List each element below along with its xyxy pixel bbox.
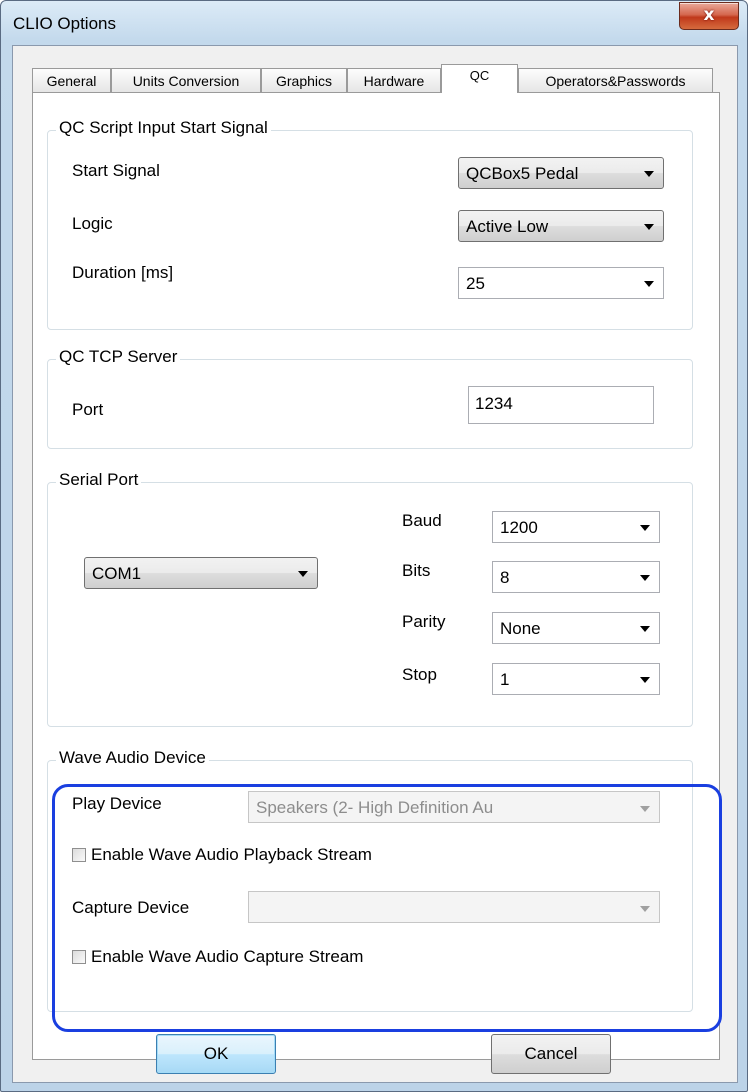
tab-general[interactable]: General: [32, 68, 111, 92]
qc-tcp-server-group: QC TCP Server Port: [47, 347, 693, 449]
duration-dropdown[interactable]: 25: [458, 267, 664, 299]
enable-capture-stream-label: Enable Wave Audio Capture Stream: [91, 947, 364, 966]
serial-port-legend: Serial Port: [56, 470, 142, 490]
baud-value: 1200: [500, 518, 538, 537]
port-label: Port: [72, 400, 104, 419]
logic-dropdown[interactable]: Active Low: [458, 210, 664, 242]
checkbox-box[interactable]: [72, 848, 86, 862]
capture-device-dropdown[interactable]: [248, 891, 660, 923]
play-device-label: Play Device: [72, 794, 162, 813]
title-bar[interactable]: CLIO Options x: [1, 1, 747, 45]
chevron-down-icon: [640, 806, 650, 812]
bits-dropdown[interactable]: 8: [492, 561, 660, 593]
tab-qc[interactable]: QC: [441, 64, 518, 93]
capture-device-label: Capture Device: [72, 898, 190, 917]
bits-label: Bits: [402, 561, 431, 580]
stop-value: 1: [500, 670, 510, 689]
logic-label: Logic: [72, 214, 113, 233]
bits-value: 8: [500, 568, 510, 587]
close-icon: x: [703, 5, 715, 25]
enable-playback-stream-label: Enable Wave Audio Playback Stream: [91, 845, 372, 864]
wave-audio-legend: Wave Audio Device: [56, 748, 209, 768]
tab-graphics[interactable]: Graphics: [261, 68, 347, 92]
chevron-down-icon: [298, 571, 308, 577]
com-port-dropdown[interactable]: COM1: [84, 557, 318, 589]
chevron-down-icon: [644, 224, 654, 230]
play-device-dropdown[interactable]: Speakers (2- High Definition Au: [248, 791, 660, 823]
duration-label: Duration [ms]: [72, 263, 174, 282]
close-button[interactable]: x: [679, 2, 739, 30]
chevron-down-icon: [640, 575, 650, 581]
dialog-client-area: General Units Conversion Graphics Hardwa…: [12, 45, 738, 1083]
chevron-down-icon: [640, 677, 650, 683]
com-port-value: COM1: [92, 564, 142, 583]
chevron-down-icon: [644, 171, 654, 177]
enable-capture-stream-checkbox[interactable]: Enable Wave Audio Capture Stream: [72, 947, 363, 967]
duration-value: 25: [466, 274, 485, 293]
stop-label: Stop: [402, 665, 437, 684]
port-input[interactable]: [469, 387, 653, 414]
qc-script-legend: QC Script Input Start Signal: [56, 118, 271, 138]
chevron-down-icon: [640, 906, 650, 912]
chevron-down-icon: [644, 281, 654, 287]
wave-audio-group: Wave Audio Device Play Device Speakers (…: [47, 748, 693, 1012]
enable-playback-stream-checkbox[interactable]: Enable Wave Audio Playback Stream: [72, 845, 372, 865]
start-signal-label: Start Signal: [72, 161, 160, 180]
window-title: CLIO Options: [13, 14, 116, 33]
chevron-down-icon: [640, 525, 650, 531]
parity-label: Parity: [402, 612, 446, 631]
parity-dropdown[interactable]: None: [492, 612, 660, 644]
tab-hardware[interactable]: Hardware: [347, 68, 441, 92]
qc-script-group: QC Script Input Start Signal Start Signa…: [47, 118, 693, 330]
port-field[interactable]: [468, 386, 654, 424]
play-device-value: Speakers (2- High Definition Au: [256, 798, 494, 817]
checkbox-box[interactable]: [72, 950, 86, 964]
chevron-down-icon: [640, 626, 650, 632]
stop-dropdown[interactable]: 1: [492, 663, 660, 695]
cancel-button[interactable]: Cancel: [491, 1034, 611, 1074]
start-signal-dropdown[interactable]: QCBox5 Pedal: [458, 157, 664, 189]
qc-tcp-server-legend: QC TCP Server: [56, 347, 181, 367]
clio-options-window: CLIO Options x General Units Conversion …: [0, 0, 748, 1092]
ok-button[interactable]: OK: [156, 1034, 276, 1074]
tab-units-conversion[interactable]: Units Conversion: [111, 68, 261, 92]
baud-label: Baud: [402, 511, 442, 530]
baud-dropdown[interactable]: 1200: [492, 511, 660, 543]
start-signal-value: QCBox5 Pedal: [466, 164, 579, 183]
serial-port-group: Serial Port COM1 Baud 1200 Bits 8 Parity: [47, 470, 693, 727]
parity-value: None: [500, 619, 541, 638]
qc-tab-panel: QC Script Input Start Signal Start Signa…: [32, 92, 722, 1060]
tab-operators-passwords[interactable]: Operators&Passwords: [518, 68, 713, 92]
logic-value: Active Low: [466, 217, 549, 236]
